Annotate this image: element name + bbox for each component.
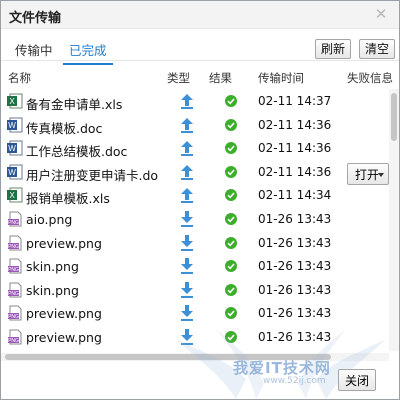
file-row[interactable]: W 用户注册变更申请卡.do 02-11 14:36 [1,160,389,184]
table-header: 名称 类型 结果 传输时间 失败信息 [1,65,399,87]
file-name: skin.png [26,282,79,298]
transfer-time: 02-11 14:36 [258,141,332,156]
svg-text:W: W [8,168,16,177]
success-check-icon [225,189,237,202]
file-name: skin.png [26,259,79,275]
chevron-down-icon [378,173,384,177]
image-icon: PNG [7,282,23,298]
close-icon[interactable]: ✕ [373,6,389,22]
column-header-fail[interactable]: 失败信息 [347,70,393,86]
tab-completed[interactable]: 已完成 [63,40,113,65]
success-check-icon [225,260,237,273]
upload-arrow-icon [180,92,194,110]
vertical-scroll-thumb[interactable] [391,93,397,141]
success-check-icon [225,236,237,249]
file-row[interactable]: PNG skin.png 01-26 13:43 [1,278,389,302]
svg-text:W: W [8,121,16,130]
file-row[interactable]: X 备有金申请单.xls 02-11 14:37 [1,89,389,113]
watermark-url: www.52ij.com [263,376,326,386]
word-icon: W [7,140,23,156]
success-check-icon [225,213,237,225]
svg-text:W: W [8,144,16,153]
excel-icon: X [7,93,23,109]
download-arrow-icon [180,210,194,228]
tab-in-progress[interactable]: 传输中 [15,40,53,59]
image-icon: PNG [7,235,23,251]
transfer-time: 02-11 14:34 [258,188,332,203]
file-row[interactable]: X 报销单模板.xls 02-11 14:34 [1,183,389,207]
download-arrow-icon [180,257,194,275]
svg-text:PNG: PNG [8,244,19,250]
file-transfer-window: 文件传输 ✕ 传输中 已完成 刷新 清空 名称 类型 结果 传输时间 失败信息 … [0,0,400,400]
watermark-text: 我爱IT技术网 [233,359,331,377]
upload-arrow-icon [180,116,194,134]
file-name: 传真模板.doc [26,120,103,136]
file-name: 工作总结模板.doc [26,144,128,160]
svg-text:X: X [9,97,15,106]
transfer-time: 01-26 13:43 [258,235,332,250]
success-check-icon [225,165,237,178]
download-arrow-icon [180,304,194,322]
column-header-name[interactable]: 名称 [8,70,31,86]
word-icon: W [7,164,23,180]
transfer-time: 01-26 13:43 [258,282,332,297]
transfer-time: 01-26 13:43 [258,259,332,274]
excel-icon: X [7,187,23,203]
download-arrow-icon [180,234,194,252]
success-check-icon [225,142,237,155]
upload-arrow-icon [180,186,194,204]
upload-arrow-icon [180,139,194,157]
download-arrow-icon [180,281,194,299]
svg-text:PNG: PNG [8,338,19,344]
file-name: preview.png [26,306,102,322]
tab-bar: 传输中 已完成 刷新 清空 [1,31,399,65]
column-header-time[interactable]: 传输时间 [258,70,304,86]
success-check-icon [225,283,237,296]
image-icon: PNG [7,305,23,321]
file-name: aio.png [26,212,73,227]
svg-text:PNG: PNG [8,267,19,273]
file-row[interactable]: W 传真模板.doc 02-11 14:36 [1,113,389,137]
file-row[interactable]: PNG aio.png 01-26 13:43 [1,207,389,231]
transfer-time: 01-26 13:43 [258,306,332,321]
file-name: preview.png [26,330,102,345]
image-icon: PNG [7,211,23,227]
svg-text:PNG: PNG [8,291,19,297]
close-button[interactable]: 关闭 [338,369,376,391]
file-name: 用户注册变更申请卡.do [26,167,159,183]
file-row[interactable]: W 工作总结模板.doc 02-11 14:36 [1,136,389,160]
file-row[interactable]: PNG skin.png 01-26 13:43 [1,254,389,278]
file-row[interactable]: PNG preview.png 01-26 13:43 [1,301,389,325]
word-icon: W [7,117,23,133]
file-name: preview.png [26,235,102,251]
transfer-time: 02-11 14:37 [258,94,332,108]
transfer-time: 02-11 14:36 [258,164,332,179]
file-row[interactable]: PNG preview.png 01-26 13:43 [1,231,389,255]
window-title: 文件传输 [9,11,62,26]
column-header-result[interactable]: 结果 [209,70,232,86]
clear-button[interactable]: 清空 [359,39,396,59]
file-name: 备有金申请单.xls [26,97,123,112]
column-header-type[interactable]: 类型 [167,70,190,86]
success-check-icon [225,118,237,131]
image-icon: PNG [7,258,23,274]
transfer-time: 01-26 13:43 [258,212,332,226]
open-label: 打开 [354,168,379,182]
transfer-time: 02-11 14:36 [258,117,332,132]
file-list: X 备有金申请单.xls 02-11 14:37 W 传真模板.doc 02-11 14:… [1,89,389,351]
file-name: 报销单模板.xls [26,191,110,207]
upload-arrow-icon [180,163,194,181]
vertical-scrollbar[interactable] [389,89,399,351]
title-bar: 文件传输 ✕ [1,1,399,29]
success-check-icon [225,307,237,320]
svg-text:PNG: PNG [8,314,19,320]
svg-text:PNG: PNG [8,220,19,226]
image-icon: PNG [7,329,23,345]
refresh-button[interactable]: 刷新 [315,39,352,59]
open-dropdown-button[interactable]: 打开 [347,163,389,185]
svg-text:X: X [9,191,15,200]
success-check-icon [225,95,237,107]
